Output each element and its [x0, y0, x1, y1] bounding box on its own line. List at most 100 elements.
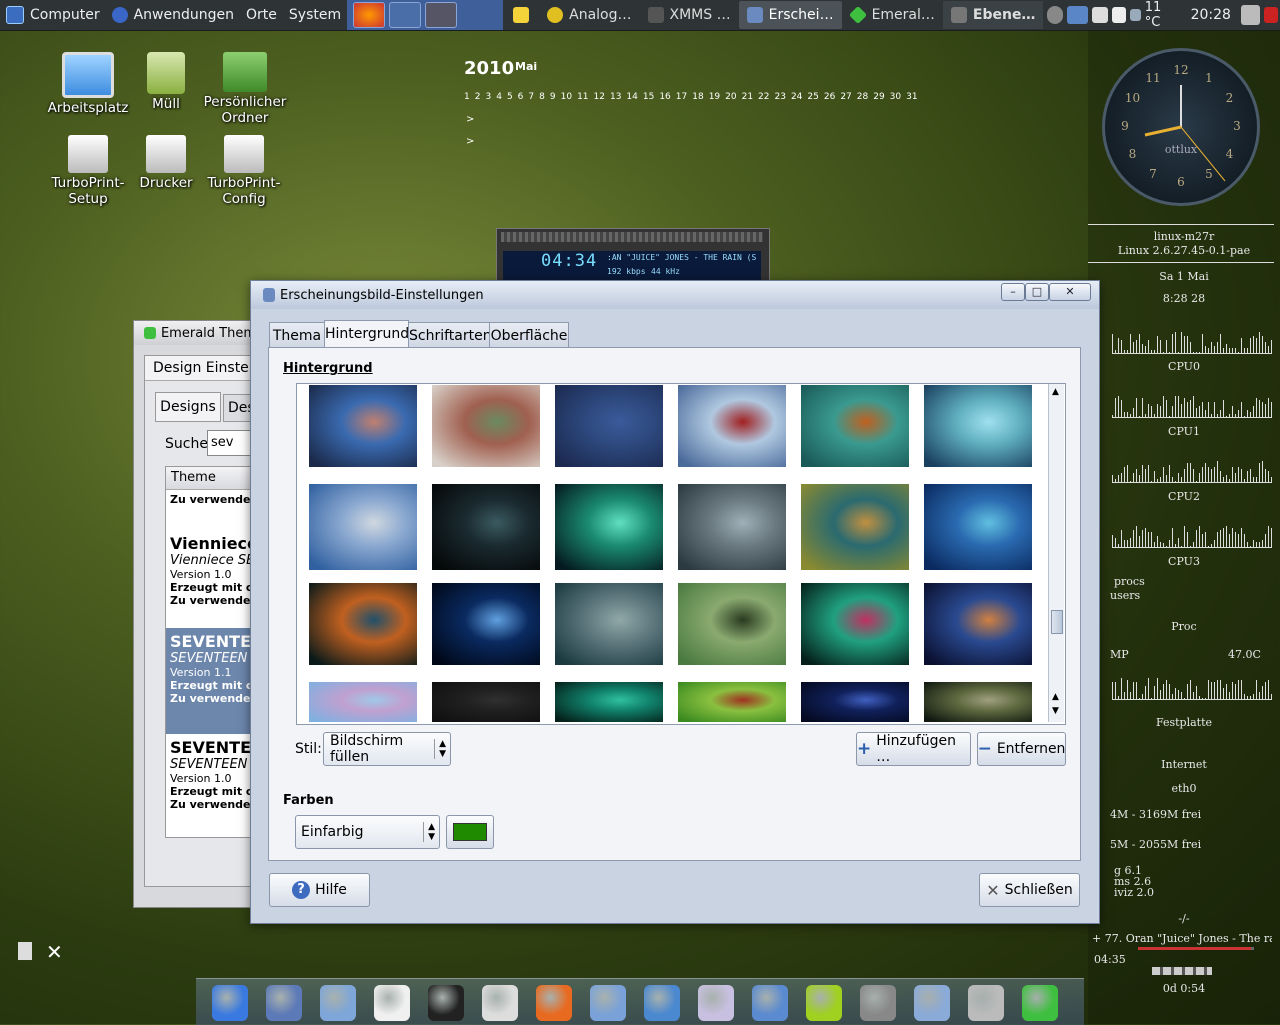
close-icon[interactable]: ✕	[46, 940, 63, 964]
tab-thema[interactable]: Thema	[269, 322, 325, 349]
appearance-launcher-icon[interactable]	[389, 2, 422, 28]
wallpaper-thumb-hummingbird[interactable]	[432, 385, 540, 467]
task-analog[interactable]: Analog…	[539, 1, 639, 29]
conky-mem2: 5M - 2055M frei	[1110, 838, 1202, 851]
wallpaper-thumb-dark-abstract[interactable]	[432, 484, 540, 570]
menu-computer[interactable]: Computer	[0, 0, 106, 30]
terminal-icon[interactable]	[428, 985, 464, 1021]
wallpaper-thumb-city[interactable]	[309, 484, 417, 570]
wallpaper-thumb-stormy-sea[interactable]	[678, 484, 786, 570]
logout-icon[interactable]	[1264, 7, 1279, 23]
wallpaper-thumb-planet-sunset[interactable]	[924, 583, 1032, 665]
task-xmms[interactable]: XMMS …	[640, 1, 739, 29]
volume-icon[interactable]	[1047, 6, 1064, 24]
add-button[interactable]: + Hinzufügen …	[856, 732, 971, 766]
package-icon[interactable]	[968, 985, 1004, 1021]
xmms-titlebar[interactable]	[501, 232, 763, 242]
scroll-down-icon[interactable]: ▼	[1052, 706, 1059, 716]
color-button[interactable]	[446, 815, 494, 849]
lemon-icon[interactable]	[806, 985, 842, 1021]
desktop-widget-handle[interactable]	[18, 942, 32, 960]
help-button[interactable]: ? Hilfe	[269, 873, 370, 907]
calendar-day: 12	[593, 92, 605, 102]
network-icon[interactable]	[644, 985, 680, 1021]
wallpaper-thumb-waterfall[interactable]	[924, 385, 1032, 467]
display-tray-icon[interactable]	[1092, 7, 1109, 23]
wallpaper-thumb-dark-grey[interactable]	[432, 682, 540, 722]
scroll-up-icon[interactable]: ▲	[1052, 387, 1059, 397]
network-tray-icon[interactable]	[1067, 6, 1089, 24]
emerald-window[interactable]: Emerald Theme Design Einstellu Designs D…	[133, 320, 273, 908]
mail-icon[interactable]	[320, 985, 356, 1021]
wallpaper-thumb-green-sprout[interactable]	[678, 682, 786, 722]
task-appearance[interactable]: Erschei…	[738, 1, 842, 29]
notes-task[interactable]	[503, 1, 539, 29]
wallpaper-thumb-olive-insect[interactable]	[801, 484, 909, 570]
emerald-icon[interactable]	[1022, 985, 1058, 1021]
graph-bar	[1118, 338, 1119, 354]
wallpaper-grid[interactable]	[296, 383, 1066, 725]
globe-icon[interactable]	[212, 985, 248, 1021]
desktop-icon-home[interactable]: Persönlicher Ordner	[185, 52, 305, 126]
text-editor-icon[interactable]	[752, 985, 788, 1021]
wallpaper-thumb-moonrise[interactable]	[432, 583, 540, 665]
gimp-icon[interactable]	[860, 985, 896, 1021]
close-button[interactable]: ✕ Schließen	[979, 873, 1080, 907]
minimize-button[interactable]: –	[1001, 283, 1025, 301]
wallpaper-thumb-pastel-gradient[interactable]	[309, 682, 417, 722]
menu-orte[interactable]: Orte	[240, 0, 283, 30]
scroll-up-icon[interactable]: ▲	[1052, 692, 1059, 702]
menu-anwendungen[interactable]: Anwendungen	[106, 0, 240, 30]
wallpaper-thumb-neon-ribbon[interactable]	[801, 583, 909, 665]
emerald-tab-designs[interactable]: Designs	[155, 392, 221, 422]
graph-bar	[1196, 686, 1197, 700]
task-emerald[interactable]: Emeral…	[842, 1, 943, 29]
wallpaper-thumb-meadow-tree[interactable]	[678, 583, 786, 665]
notes-icon[interactable]	[374, 985, 410, 1021]
itunes-icon[interactable]	[914, 985, 950, 1021]
style-label: Stil:	[295, 741, 322, 757]
wallpaper-thumb-orchid[interactable]	[801, 385, 909, 467]
menu-system[interactable]: System	[283, 0, 347, 30]
close-window-button[interactable]: ✕	[1049, 283, 1091, 301]
graph-bar	[1136, 682, 1137, 700]
music-icon[interactable]	[590, 985, 626, 1021]
show-desktop-icon[interactable]	[1240, 5, 1261, 25]
wallpaper-thumb-two-masks[interactable]	[309, 583, 417, 665]
wallpaper-thumb-red-dragonfly[interactable]	[678, 385, 786, 467]
clock[interactable]: 20:28	[1191, 7, 1231, 23]
notes-tray-icon[interactable]	[1112, 7, 1127, 23]
home-folder-icon	[223, 52, 267, 92]
tab-hintergrund[interactable]: Hintergrund	[324, 320, 409, 350]
task-layers[interactable]: Ebene…	[942, 1, 1044, 29]
firefox-icon[interactable]	[536, 985, 572, 1021]
wallpaper-thumb-teal-swirls[interactable]	[555, 682, 663, 722]
smiley-icon	[547, 7, 564, 23]
tab-schriftarten[interactable]: Schriftarten	[408, 322, 492, 349]
chart-icon[interactable]	[698, 985, 734, 1021]
tab-oberflaeche[interactable]: Oberfläche	[489, 322, 569, 349]
wallpaper-thumb-blue-hair-woman[interactable]	[309, 385, 417, 467]
gimp-launcher-icon[interactable]	[425, 2, 458, 28]
workspace-icon[interactable]	[482, 985, 518, 1021]
graph-bar	[1121, 400, 1122, 418]
wallpaper-thumb-blue-gradient[interactable]	[555, 385, 663, 467]
color-mode-select[interactable]: Einfarbig ▲ ▼	[295, 815, 440, 849]
style-select[interactable]: Bildschirm füllen ▲ ▼	[323, 732, 451, 766]
home-icon[interactable]	[266, 985, 302, 1021]
emerald-titlebar[interactable]: Emerald Theme	[134, 321, 264, 345]
conky-player-controls[interactable]	[1152, 967, 1212, 975]
firefox-launcher-icon[interactable]	[353, 2, 386, 28]
maximize-button[interactable]: □	[1025, 283, 1049, 301]
desktop-icon-turboprint-config[interactable]: TurboPrint-Config	[189, 135, 299, 207]
wallpaper-thumb-misty-cliffs[interactable]	[555, 583, 663, 665]
graph-bar	[1262, 336, 1263, 354]
wallpaper-thumb-forest-path[interactable]	[924, 682, 1032, 722]
scroll-thumb[interactable]	[1051, 610, 1063, 634]
wallpaper-thumb-green-waves[interactable]	[555, 484, 663, 570]
dialog-titlebar[interactable]: Erscheinungsbild-Einstellungen – □ ✕	[251, 281, 1099, 309]
wallpaper-thumb-blue-window[interactable]	[801, 682, 909, 722]
wallpaper-scrollbar[interactable]: ▲ ▲ ▼	[1048, 384, 1064, 722]
remove-button[interactable]: − Entfernen	[977, 732, 1066, 766]
wallpaper-thumb-blue-leaves[interactable]	[924, 484, 1032, 570]
